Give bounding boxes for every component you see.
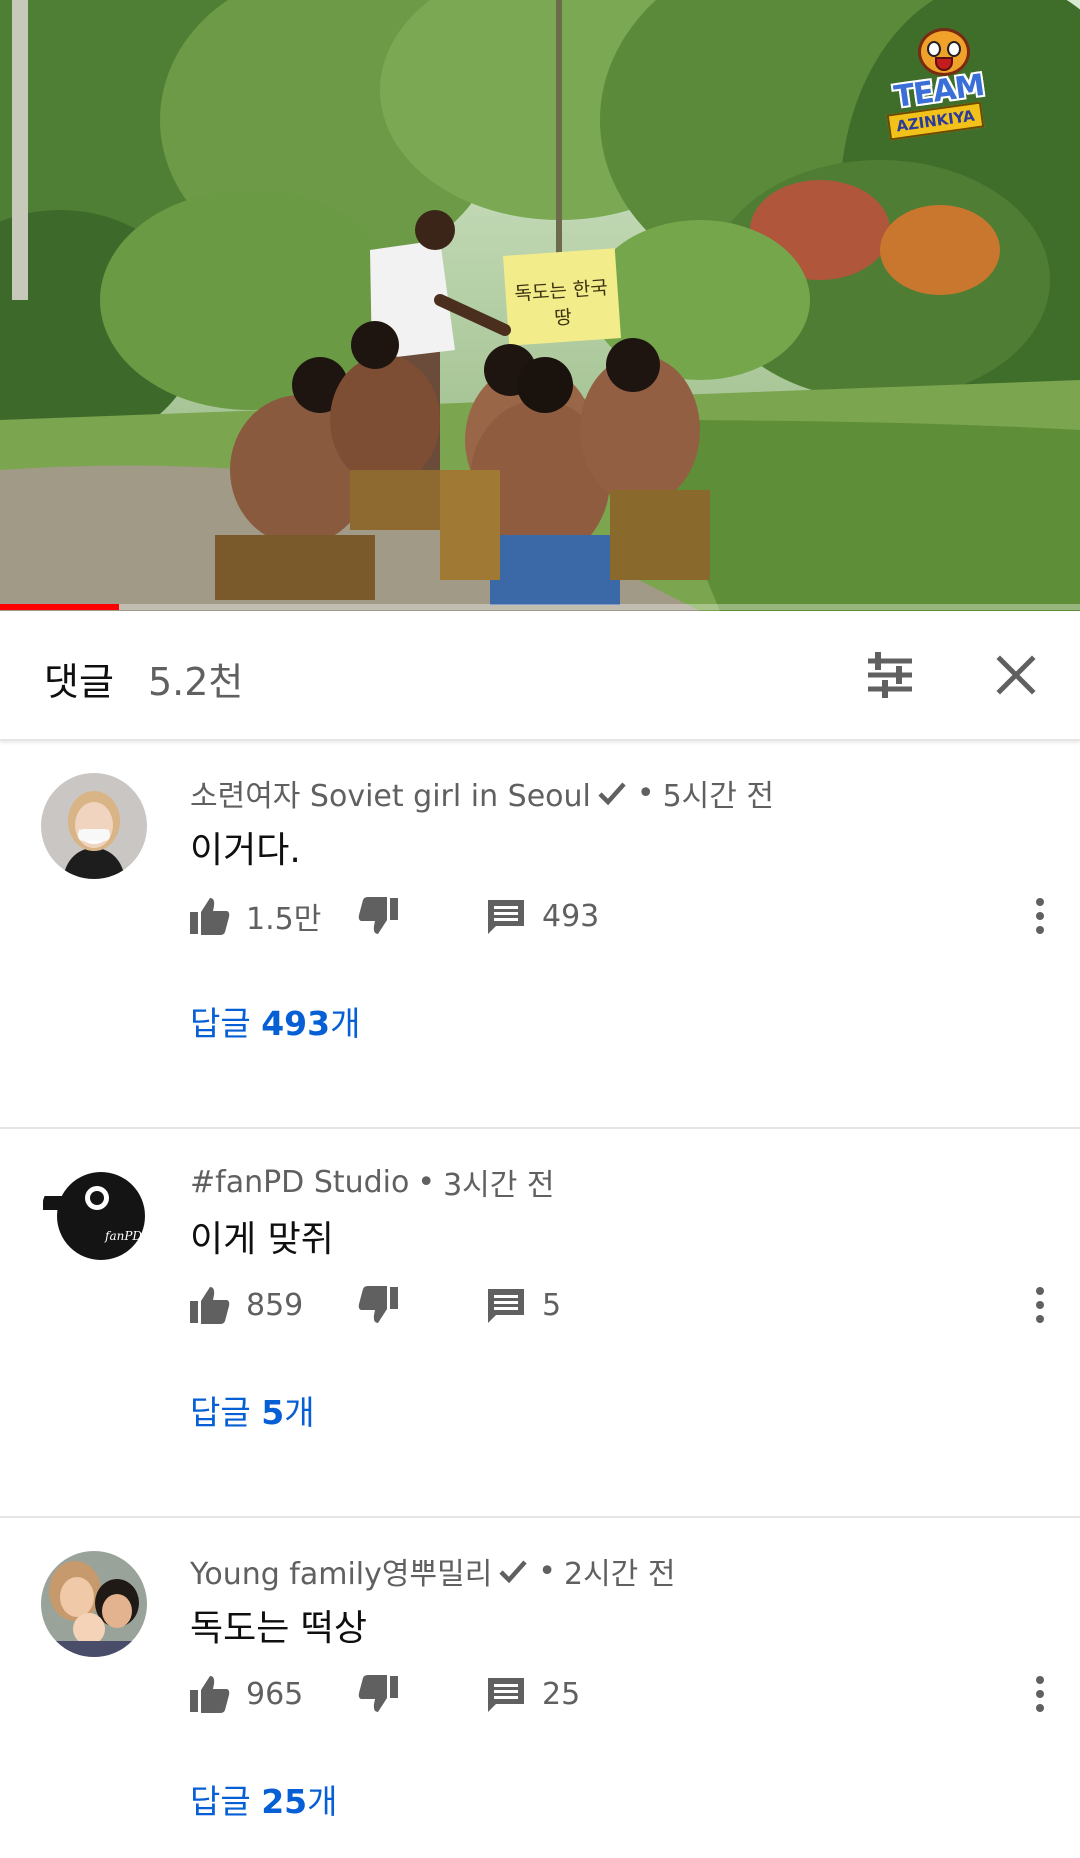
reply-button[interactable]: 25 xyxy=(484,1667,580,1721)
comments-title: 댓글 xyxy=(44,660,114,704)
replies-number: 25 xyxy=(261,1782,308,1821)
avatar[interactable]: fanPD xyxy=(41,1162,147,1268)
dislike-button[interactable] xyxy=(356,889,400,943)
comment-actions: 859 5 xyxy=(188,1278,1078,1332)
like-button[interactable]: 965 xyxy=(188,1667,303,1721)
comment-actions: 965 25 xyxy=(188,1667,1078,1721)
thumbs-up-icon xyxy=(190,1676,230,1713)
like-count: 1.5만 xyxy=(246,902,322,937)
comment-item: fanPD #fanPD Studio • 3시간 전 이게 맞쥐 859 5 … xyxy=(0,1130,1080,1518)
more-vert-icon xyxy=(1036,898,1044,934)
dislike-button[interactable] xyxy=(356,1278,400,1332)
comment-item: Young family영뿌밀리 • 2시간 전 독도는 떡상 965 25 답… xyxy=(0,1519,1080,1858)
comments-count: 5.2천 xyxy=(148,660,244,704)
comment-meta: Young family영뿌밀리 • 2시간 전 xyxy=(190,1549,675,1593)
replies-number: 5 xyxy=(261,1393,285,1432)
comment-text: 이거다. xyxy=(190,830,301,871)
comment-meta: #fanPD Studio • 3시간 전 xyxy=(190,1160,555,1204)
view-replies-link[interactable]: 답글 25개 xyxy=(190,1775,338,1823)
user-avatar-image xyxy=(41,773,147,879)
verified-check-icon xyxy=(598,782,626,806)
replies-suffix: 개 xyxy=(284,1393,315,1432)
thumbs-up-icon xyxy=(190,898,230,935)
mascot-face-icon xyxy=(918,28,970,76)
sort-filter-icon xyxy=(868,652,912,698)
comment-bubble-icon xyxy=(488,1289,524,1323)
dislike-button[interactable] xyxy=(356,1667,400,1721)
comment-time[interactable]: 5시간 전 xyxy=(663,771,774,815)
comment-meta: 소련여자 Soviet girl in Seoul • 5시간 전 xyxy=(190,771,774,815)
replies-number: 493 xyxy=(261,1004,331,1043)
comment-text: 이게 맞쥐 xyxy=(190,1219,334,1260)
video-progress-bar[interactable] xyxy=(0,604,1080,610)
comment-actions: 1.5만 493 xyxy=(188,889,1078,943)
close-comments-button[interactable] xyxy=(984,643,1048,707)
thumbs-down-icon xyxy=(358,897,398,934)
user-avatar-image xyxy=(41,1551,147,1657)
more-options-button[interactable] xyxy=(1018,1667,1062,1721)
close-icon xyxy=(996,655,1036,695)
like-button[interactable]: 1.5만 xyxy=(188,889,321,943)
avatar[interactable] xyxy=(41,1551,147,1657)
comment-text: 독도는 떡상 xyxy=(190,1608,368,1649)
more-vert-icon xyxy=(1036,1676,1044,1712)
comment-item: 소련여자 Soviet girl in Seoul • 5시간 전 이거다. 1… xyxy=(0,741,1080,1129)
comment-author[interactable]: 소련여자 Soviet girl in Seoul xyxy=(190,771,591,815)
reply-button[interactable]: 493 xyxy=(484,889,599,943)
like-button[interactable]: 859 xyxy=(188,1278,303,1332)
channel-watermark-logo: TEAM AZINKIYA xyxy=(886,28,1000,141)
like-count: 859 xyxy=(246,1287,304,1323)
comment-time[interactable]: 3시간 전 xyxy=(443,1160,554,1204)
sign-text: 독도는 한국땅 xyxy=(513,276,609,330)
more-options-button[interactable] xyxy=(1018,889,1062,943)
svg-text:fanPD: fanPD xyxy=(104,1229,142,1243)
reply-button[interactable]: 5 xyxy=(484,1278,561,1332)
comment-bubble-icon xyxy=(488,1678,524,1712)
reply-count: 493 xyxy=(542,898,600,934)
view-replies-link[interactable]: 답글 5개 xyxy=(190,1386,315,1434)
video-player[interactable]: 독도는 한국땅 TEAM AZINKIYA xyxy=(0,0,1080,611)
comments-header: 댓글 5.2천 xyxy=(0,611,1080,741)
more-options-button[interactable] xyxy=(1018,1278,1062,1332)
comment-time[interactable]: 2시간 전 xyxy=(564,1549,675,1593)
reply-count: 5 xyxy=(542,1287,562,1323)
replies-suffix: 개 xyxy=(330,1004,361,1043)
replies-prefix: 답글 xyxy=(190,1004,262,1043)
comment-author[interactable]: #fanPD Studio xyxy=(190,1165,409,1200)
comment-bubble-icon xyxy=(488,900,524,934)
thumbs-down-icon xyxy=(358,1286,398,1323)
user-avatar-image: fanPD xyxy=(41,1162,147,1268)
reply-count: 25 xyxy=(542,1676,581,1712)
video-progress-fill xyxy=(0,604,119,610)
more-vert-icon xyxy=(1036,1287,1044,1323)
view-replies-link[interactable]: 답글 493개 xyxy=(190,997,360,1045)
replies-prefix: 답글 xyxy=(190,1393,262,1432)
thumbs-down-icon xyxy=(358,1675,398,1712)
sort-filter-button[interactable] xyxy=(858,643,922,707)
avatar[interactable] xyxy=(41,773,147,879)
replies-prefix: 답글 xyxy=(190,1782,262,1821)
thumbs-up-icon xyxy=(190,1287,230,1324)
replies-suffix: 개 xyxy=(307,1782,338,1821)
comment-author[interactable]: Young family영뿌밀리 xyxy=(190,1549,492,1593)
verified-check-icon xyxy=(499,1560,527,1584)
like-count: 965 xyxy=(246,1676,304,1712)
